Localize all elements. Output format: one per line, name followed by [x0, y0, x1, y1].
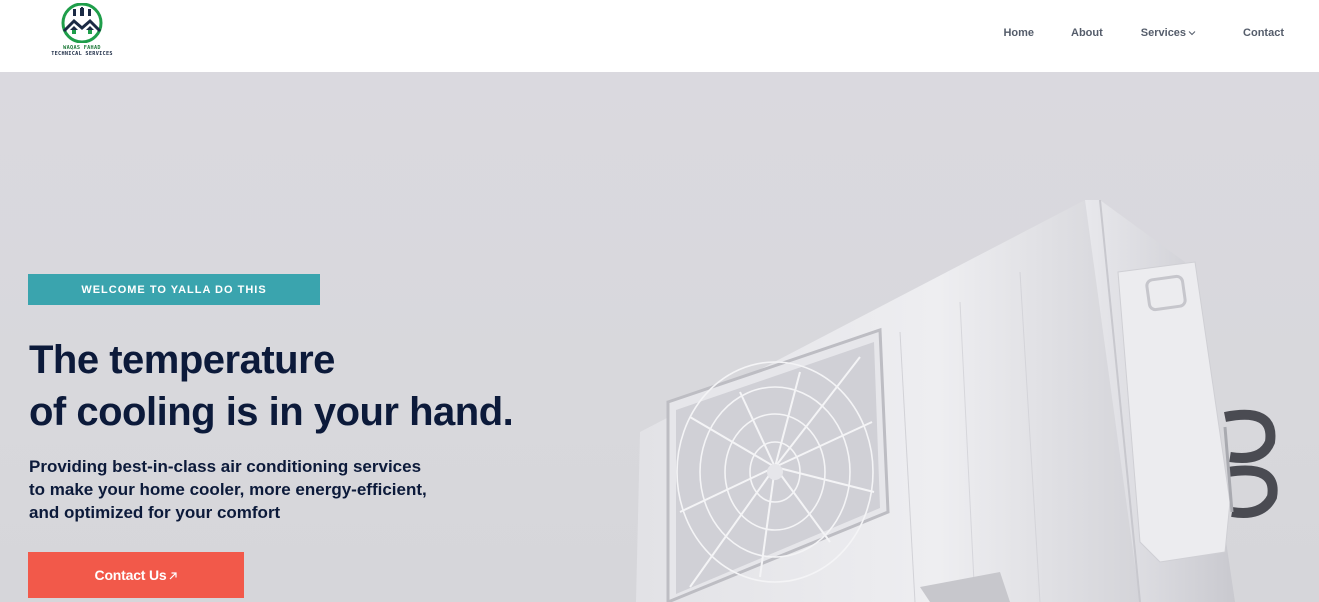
arrow-up-right-icon — [170, 572, 178, 580]
site-header: WAQAS FAHAD TECHNICAL SERVICES Home Abou… — [0, 0, 1319, 72]
welcome-badge: WELCOME TO YALLA DO THIS — [28, 274, 320, 305]
hero-subtext-line-3: and optimized for your comfort — [29, 503, 281, 522]
nav-contact-link[interactable]: Contact — [1243, 27, 1284, 39]
contact-us-button[interactable]: Contact Us — [28, 552, 244, 598]
hero-subtext: Providing best-in-class air conditioning… — [29, 455, 509, 524]
chevron-down-icon — [1188, 31, 1196, 36]
nav-about-link[interactable]: About — [1071, 27, 1103, 39]
main-nav: Home About Services Contact — [1003, 0, 1284, 66]
logo-emblem-icon — [61, 3, 103, 43]
brand-logo[interactable]: WAQAS FAHAD TECHNICAL SERVICES — [50, 3, 114, 67]
nav-services-label: Services — [1140, 27, 1187, 39]
nav-home-link[interactable]: Home — [1003, 27, 1034, 39]
hero-subtext-line-1: Providing best-in-class air conditioning… — [29, 457, 422, 476]
brand-name-line2: TECHNICAL SERVICES — [51, 51, 113, 57]
hero-headline: The temperature of cooling is in your ha… — [29, 334, 669, 438]
hero-headline-line-2: of cooling is in your hand. — [29, 390, 514, 434]
hero-section: WELCOME TO YALLA DO THIS The temperature… — [0, 72, 1319, 602]
hero-headline-line-1: The temperature — [29, 338, 335, 382]
nav-services-dropdown[interactable]: Services — [1141, 27, 1196, 39]
contact-us-label: Contact Us — [94, 567, 167, 583]
hero-subtext-line-2: to make your home cooler, more energy-ef… — [29, 480, 427, 499]
